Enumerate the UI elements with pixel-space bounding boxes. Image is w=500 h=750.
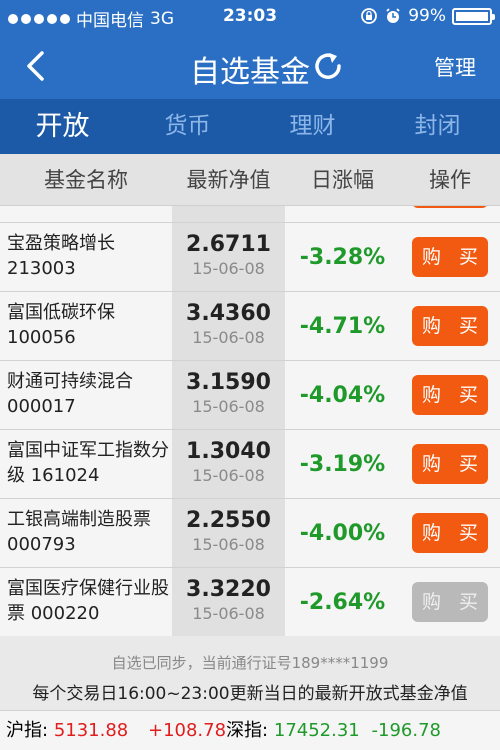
fund-nav: 2.2550 — [186, 508, 271, 533]
table-header: 基金名称 最新净值 日涨幅 操作 — [0, 154, 500, 206]
fund-name-cell: 宝盈策略增长 213003 — [0, 223, 172, 291]
shanghai-index-value: 5131.88 — [53, 720, 129, 741]
fund-change: -4.71% — [285, 292, 400, 360]
table-row[interactable]: 工银高端制造股票 000793 2.2550 15-06-08 -4.00% 购… — [0, 499, 500, 568]
fund-change — [285, 206, 400, 222]
fund-name: 宝盈策略增长 — [7, 233, 115, 254]
header-latest-nav[interactable]: 最新净值 — [172, 154, 285, 205]
page-title: 自选基金 — [190, 55, 310, 90]
fund-change: -4.00% — [285, 499, 400, 567]
header-action: 操作 — [429, 168, 471, 192]
buy-button[interactable]: 购 买 — [412, 306, 488, 346]
shenzhen-index-value: 17452.31 — [273, 720, 360, 741]
fund-change: -2.64% — [285, 568, 400, 636]
fund-nav-cell: 3.1590 15-06-08 — [172, 361, 285, 429]
tab-money[interactable]: 货币 — [125, 99, 250, 154]
fund-name-line: 富国中证军工指数分级 161024 — [7, 438, 172, 488]
fund-name-cell: 财通可持续混合 000017 — [0, 361, 172, 429]
fund-nav-cell: 1.3040 15-06-08 — [172, 430, 285, 498]
battery-icon — [452, 7, 495, 25]
navigation-bar: 自选基金 管理 — [0, 33, 500, 99]
fund-name-cell: 富国医疗保健行业股票 000220 — [0, 568, 172, 636]
buy-button[interactable] — [412, 206, 488, 208]
fund-name-cell: 富国低碳环保 100056 — [0, 292, 172, 360]
rotation-lock-icon — [361, 8, 378, 24]
fund-name: 工银高端制造股票 — [7, 509, 151, 530]
fund-code: 161024 — [30, 465, 100, 486]
manage-button[interactable]: 管理 — [434, 52, 476, 82]
fund-nav-cell: 3.3220 15-06-08 — [172, 568, 285, 636]
fund-code: 000220 — [30, 603, 100, 624]
fund-type-tabs: 开放 货币 理财 封闭 — [0, 99, 500, 154]
alarm-icon — [386, 8, 400, 23]
fund-name: 富国低碳环保 — [7, 302, 115, 323]
fund-code: 213003 — [7, 258, 76, 279]
refresh-icon[interactable] — [313, 51, 343, 81]
shenzhen-index-change: -196.78 — [371, 720, 441, 741]
fund-nav: 2.6711 — [186, 232, 271, 257]
buy-button[interactable]: 购 买 — [412, 375, 488, 415]
tab-closed[interactable]: 封闭 — [375, 99, 500, 154]
fund-nav-cell: 2.6711 15-06-08 — [172, 223, 285, 291]
buy-button[interactable]: 购 买 — [412, 444, 488, 484]
fund-code: 000017 — [7, 396, 76, 417]
update-notice: 每个交易日16:00~23:00更新当日的最新开放式基金净值 — [32, 684, 468, 704]
table-row[interactable]: 富国中证军工指数分级 161024 1.3040 15-06-08 -3.19%… — [0, 430, 500, 499]
fund-nav: 3.4360 — [186, 301, 271, 326]
shanghai-index-label: 沪指: — [6, 720, 49, 741]
fund-name-cell: 000001 — [0, 206, 172, 222]
fund-code: 100056 — [7, 327, 76, 348]
table-row[interactable]: 宝盈策略增长 213003 2.6711 15-06-08 -3.28% 购 买 — [0, 223, 500, 292]
fund-nav-date: 15-06-08 — [192, 604, 265, 623]
fund-change: -3.19% — [285, 430, 400, 498]
table-row[interactable]: 财通可持续混合 000017 3.1590 15-06-08 -4.04% 购 … — [0, 361, 500, 430]
fund-list[interactable]: 000001 15-06-08 宝盈策略增长 213003 2.6711 15-… — [0, 206, 500, 636]
sync-status: 自选已同步，当前通行证号189****1199 — [111, 654, 389, 672]
list-footer: 自选已同步，当前通行证号189****1199 每个交易日16:00~23:00… — [0, 636, 500, 706]
fund-nav-cell: 3.4360 15-06-08 — [172, 292, 285, 360]
header-daily-change[interactable]: 日涨幅 — [285, 154, 400, 205]
buy-button-disabled: 购 买 — [412, 582, 488, 622]
market-ticker: 沪指: 5131.88 +108.78深指: 17452.31 -196.78 — [0, 710, 500, 750]
shanghai-index-change: +108.78 — [147, 720, 227, 741]
fund-nav-date: 15-06-08 — [192, 259, 265, 278]
shenzhen-index-label: 深指: — [226, 720, 269, 741]
fund-code: 000793 — [7, 534, 76, 555]
fund-name-cell: 富国中证军工指数分级 161024 — [0, 430, 172, 498]
table-row[interactable]: 富国医疗保健行业股票 000220 3.3220 15-06-08 -2.64%… — [0, 568, 500, 636]
fund-nav-date: 15-06-08 — [192, 397, 265, 416]
battery-percent: 99% — [408, 6, 446, 26]
tab-open[interactable]: 开放 — [0, 99, 125, 154]
tab-wealth[interactable]: 理财 — [250, 99, 375, 154]
buy-button[interactable]: 购 买 — [412, 513, 488, 553]
fund-name-cell: 工银高端制造股票 000793 — [0, 499, 172, 567]
status-bar: 中国电信 3G 23:03 99% — [0, 0, 500, 33]
header-fund-name: 基金名称 — [44, 168, 128, 192]
fund-change: -4.04% — [285, 361, 400, 429]
table-row[interactable]: 000001 15-06-08 — [0, 206, 500, 223]
fund-nav-cell: 2.2550 15-06-08 — [172, 499, 285, 567]
table-row[interactable]: 富国低碳环保 100056 3.4360 15-06-08 -4.71% 购 买 — [0, 292, 500, 361]
fund-nav-date: 15-06-08 — [192, 328, 265, 347]
fund-nav: 3.1590 — [186, 370, 271, 395]
fund-name-line: 富国医疗保健行业股票 000220 — [7, 576, 172, 626]
fund-change: -3.28% — [285, 223, 400, 291]
fund-nav-date: 15-06-08 — [192, 535, 265, 554]
fund-nav-cell: 15-06-08 — [172, 206, 285, 222]
fund-nav: 1.3040 — [186, 439, 271, 464]
buy-button[interactable]: 购 买 — [412, 237, 488, 277]
fund-nav: 3.3220 — [186, 577, 271, 602]
fund-name: 财通可持续混合 — [7, 371, 133, 392]
fund-nav-date: 15-06-08 — [192, 466, 265, 485]
